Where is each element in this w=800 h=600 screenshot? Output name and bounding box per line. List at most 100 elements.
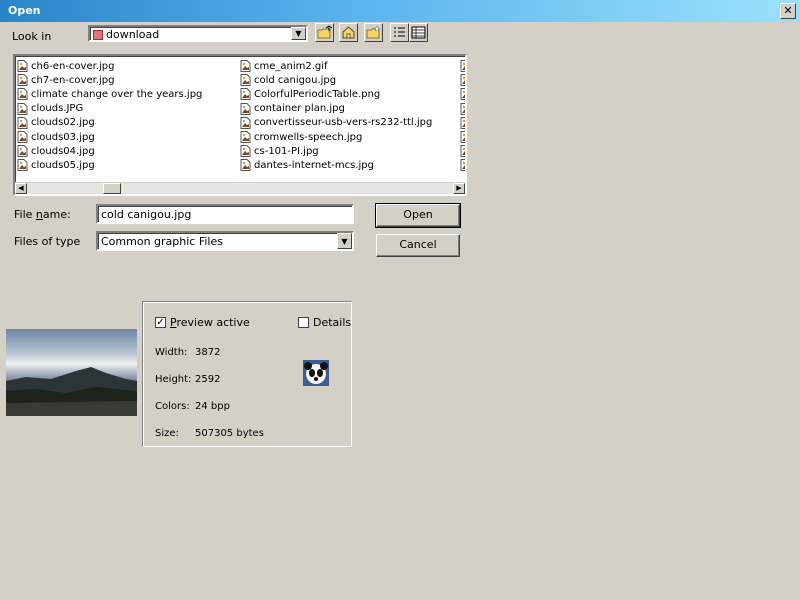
preview-image xyxy=(6,329,137,416)
file-item-partial[interactable] xyxy=(460,73,465,87)
file-item-label: ch6-en-cover.jpg xyxy=(31,60,115,72)
image-file-icon xyxy=(17,159,28,172)
image-file-icon xyxy=(240,145,251,158)
file-column-1: ch6-en-cover.jpg ch7-en-cover.jpg climate … xyxy=(17,59,202,173)
file-item-partial[interactable] xyxy=(460,116,465,130)
file-item[interactable]: ch6-en-cover.jpg xyxy=(17,59,202,73)
image-file-icon xyxy=(460,60,465,73)
home-button[interactable] xyxy=(339,23,358,42)
details-view-button[interactable] xyxy=(409,23,428,42)
height-label: Height: xyxy=(155,374,192,385)
file-item[interactable]: convertisseur-usb-vers-rs232-ttl.jpg xyxy=(240,116,432,130)
image-file-icon xyxy=(460,74,465,87)
file-item-label: convertisseur-usb-vers-rs232-ttl.jpg xyxy=(254,117,433,129)
list-view-icon xyxy=(394,27,405,37)
file-item-label: container plan.jpg xyxy=(254,103,345,115)
file-item-partial[interactable] xyxy=(460,59,465,73)
file-item-label: climate change over the years.jpg xyxy=(31,88,203,100)
file-item-partial[interactable] xyxy=(460,144,465,158)
image-file-icon xyxy=(460,145,465,158)
files-of-type-combo[interactable]: Common graphic Files ▼ xyxy=(96,231,354,251)
image-file-icon xyxy=(17,74,28,87)
file-item-label: dantes-internet-mcs.jpg xyxy=(254,159,374,171)
image-file-icon xyxy=(240,74,251,87)
file-item-label: clouds05.jpg xyxy=(31,159,95,171)
image-file-icon xyxy=(240,131,251,144)
details-checkbox[interactable] xyxy=(298,317,309,328)
list-view-button[interactable] xyxy=(390,23,409,42)
file-item-partial[interactable] xyxy=(460,158,465,172)
file-column-3 xyxy=(460,59,465,173)
file-item[interactable]: clouds02.jpg xyxy=(17,116,202,130)
panda-thumbnail-icon xyxy=(303,360,329,386)
preview-active-checkbox[interactable]: ✓ xyxy=(155,317,166,328)
file-item-partial[interactable] xyxy=(460,130,465,144)
file-name-value: cold canigou.jpg xyxy=(101,208,192,221)
size-value: 507305 bytes xyxy=(195,428,264,439)
open-button-label: Open xyxy=(403,208,433,221)
close-button[interactable]: ✕ xyxy=(780,3,796,19)
preview-active-label[interactable]: Preview active xyxy=(170,316,250,329)
colors-value: 24 bpp xyxy=(195,401,230,412)
file-item[interactable]: cs-101-PI.jpg xyxy=(240,144,432,158)
image-file-icon xyxy=(240,159,251,172)
file-item[interactable]: clouds04.jpg xyxy=(17,144,202,158)
mountain-landscape xyxy=(6,367,137,416)
look-in-combo[interactable]: download ▼ xyxy=(88,25,308,42)
file-item-partial[interactable] xyxy=(460,102,465,116)
file-item[interactable]: ch7-en-cover.jpg xyxy=(17,73,202,87)
image-file-icon xyxy=(240,116,251,129)
file-item[interactable]: container plan.jpg xyxy=(240,102,432,116)
file-item[interactable]: climate change over the years.jpg xyxy=(17,87,202,101)
file-item[interactable]: dantes-internet-mcs.jpg xyxy=(240,158,432,172)
look-in-dropdown-button[interactable]: ▼ xyxy=(291,27,306,40)
file-item-label: ch7-en-cover.jpg xyxy=(31,74,115,86)
image-file-icon xyxy=(17,131,28,144)
size-label: Size: xyxy=(155,428,179,439)
file-item[interactable]: clouds03.jpg xyxy=(17,130,202,144)
checkmark-icon: ✓ xyxy=(156,317,165,328)
open-dialog: Open ✕ Look in download ▼ ch6-en-cover.j… xyxy=(0,0,800,600)
file-column-2: cme_anim2.gif cold canigou.jpg ColorfulPer… xyxy=(240,59,432,173)
open-button[interactable]: Open xyxy=(375,203,461,228)
image-file-icon xyxy=(17,116,28,129)
scroll-left-button[interactable]: ◀ xyxy=(15,183,27,194)
files-of-type-value: Common graphic Files xyxy=(101,235,223,248)
scroll-right-button[interactable]: ▶ xyxy=(453,183,465,194)
file-item[interactable]: ColorfulPeriodicTable.png xyxy=(240,87,432,101)
details-view-icon xyxy=(411,26,426,39)
width-value: 3872 xyxy=(195,347,221,358)
image-file-icon xyxy=(240,60,251,73)
image-file-icon xyxy=(460,102,465,115)
file-item-partial[interactable] xyxy=(460,87,465,101)
files-of-type-dropdown-button[interactable]: ▼ xyxy=(337,233,352,249)
image-file-icon xyxy=(17,145,28,158)
file-list[interactable]: ch6-en-cover.jpg ch7-en-cover.jpg climate … xyxy=(13,54,467,196)
file-item[interactable]: clouds05.jpg xyxy=(17,158,202,172)
look-in-value: download xyxy=(106,28,160,41)
file-item-label: cromwells-speech.jpg xyxy=(254,131,363,143)
image-file-icon xyxy=(240,88,251,101)
file-item[interactable]: cme_anim2.gif xyxy=(240,59,432,73)
window-title: Open xyxy=(8,4,41,17)
file-item-label: clouds03.jpg xyxy=(31,131,95,143)
image-file-icon xyxy=(460,116,465,129)
width-label: Width: xyxy=(155,347,188,358)
horizontal-scrollbar[interactable]: ◀ ▶ xyxy=(15,182,465,194)
cancel-button[interactable]: Cancel xyxy=(376,234,460,257)
file-name-input[interactable]: cold canigou.jpg xyxy=(96,204,354,224)
files-of-type-label: Files of type xyxy=(14,235,81,248)
image-file-icon xyxy=(17,60,28,73)
scroll-thumb[interactable] xyxy=(103,183,121,194)
image-file-icon xyxy=(460,159,465,172)
cancel-button-label: Cancel xyxy=(399,238,437,251)
new-folder-button[interactable] xyxy=(364,23,383,42)
file-item-label: clouds04.jpg xyxy=(31,145,95,157)
title-bar[interactable]: Open ✕ xyxy=(0,0,800,22)
file-item[interactable]: clouds.JPG xyxy=(17,102,202,116)
file-item[interactable]: cromwells-speech.jpg xyxy=(240,130,432,144)
file-item[interactable]: cold canigou.jpg xyxy=(240,73,432,87)
image-file-icon xyxy=(240,102,251,115)
details-label: Details xyxy=(313,316,352,329)
folder-up-button[interactable] xyxy=(315,23,334,42)
